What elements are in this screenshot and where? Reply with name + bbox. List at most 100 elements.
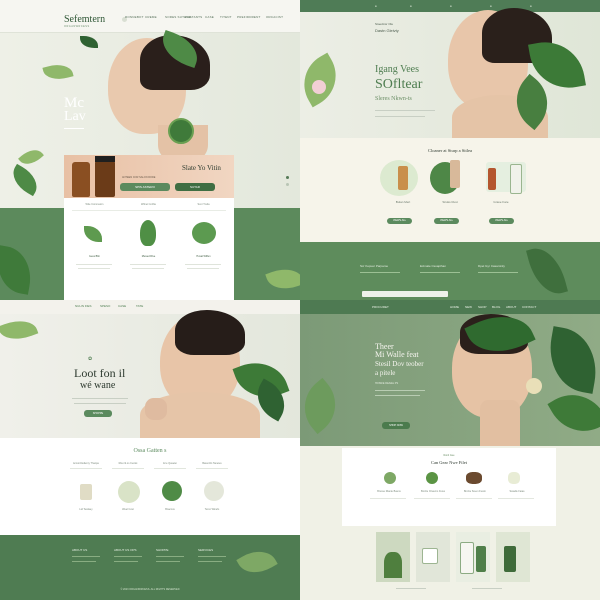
footer-link[interactable]	[198, 556, 226, 557]
nav-item-4[interactable]: PRSTANTS	[185, 15, 202, 19]
product-jar-image[interactable]	[80, 484, 92, 500]
product-button[interactable]: VIEWS ALL	[434, 218, 459, 224]
product-image[interactable]	[162, 481, 182, 501]
footer-link[interactable]	[156, 556, 184, 557]
footer-link[interactable]	[198, 561, 222, 562]
bottle-image	[398, 166, 408, 190]
flower-image	[526, 378, 542, 394]
nav-item-8[interactable]: ORCACIST	[266, 15, 283, 19]
footer-link[interactable]	[156, 561, 180, 562]
nav-item[interactable]: NEW	[465, 305, 472, 309]
footer-link[interactable]	[72, 556, 100, 557]
product-name[interactable]: Terco Winefs	[192, 508, 232, 511]
nav-item[interactable]: ●	[530, 4, 532, 8]
hero-tagline: Sleres Nkwn-ts	[375, 96, 412, 102]
text-placeholder	[396, 588, 426, 589]
text-placeholder	[370, 498, 406, 499]
nav-item[interactable]: CONTACT	[522, 305, 536, 309]
nav-item[interactable]: TATE	[136, 304, 143, 308]
logo-title[interactable]: Sefemtern	[64, 14, 105, 25]
hero-cta-button[interactable]: SHOP NOW	[382, 422, 410, 429]
product-name[interactable]: Brusse Riante Bauns	[364, 490, 414, 493]
footer-link[interactable]	[72, 561, 96, 562]
nav-item[interactable]: SHOP	[478, 305, 487, 309]
product-name[interactable]: Ltd Tewlaey	[66, 508, 106, 511]
footer-col-title: Dpet Gyr Casaminly	[478, 264, 505, 268]
nav-item-1[interactable]: RONNEBOT	[125, 15, 144, 19]
card-eyebrow: Ronil Gue	[443, 454, 455, 457]
top-nav: ● ● ● ● ●	[300, 0, 600, 12]
bottle-image	[450, 160, 460, 188]
jar-image	[422, 548, 438, 564]
product-button[interactable]: VIEWS ALL	[489, 218, 514, 224]
product-name[interactable]: Bulan Mert	[388, 200, 418, 204]
product-name[interactable]: Grave Fare	[486, 200, 516, 204]
panel-top-left: Sefemtern ORGANWRCESS RONNEBOT CREME SOR…	[0, 0, 300, 300]
nav-item-6[interactable]: TITENT	[220, 15, 232, 19]
product-image[interactable]	[466, 472, 482, 484]
slider-dot[interactable]	[286, 183, 289, 186]
hero-cta-button[interactable]: SHOPPE	[84, 410, 112, 417]
column-title: Riso lit os Cenlet	[118, 462, 138, 465]
slider-dot[interactable]	[286, 176, 289, 179]
section-title: Ossa Gatten s	[133, 448, 167, 454]
nav-item-7[interactable]: PREFIDDRENT	[237, 15, 261, 19]
hero-title-line4: a pitele	[375, 369, 396, 377]
product-button[interactable]: VIEWS ALL	[387, 218, 412, 224]
hero-title-line1: Igang Vees	[375, 64, 419, 75]
product-name[interactable]: Weel Cout	[108, 508, 148, 511]
panel-bottom-left: NULIN FIES SPESO CASE TATE ✿ Loot fon il…	[0, 300, 300, 600]
text-placeholder	[74, 403, 126, 404]
product-image[interactable]	[426, 472, 438, 484]
top-nav	[0, 300, 300, 314]
footer-link[interactable]	[114, 561, 138, 562]
product-name[interactable]: Siruks Rust	[435, 200, 465, 204]
newsletter-input[interactable]	[362, 291, 448, 297]
nav-item[interactable]: SPESO	[100, 304, 110, 308]
footer-link[interactable]	[114, 556, 142, 557]
logo[interactable]: NULIN FIES	[75, 304, 92, 308]
text-placeholder	[456, 498, 492, 499]
nav-item[interactable]: ●	[450, 4, 452, 8]
product-button-secondary[interactable]: SUTAR	[175, 183, 215, 191]
feature-heading: Wite Commeton	[85, 203, 104, 206]
footer-col-title: Ecimale Csuapthan	[420, 264, 447, 268]
nav-item[interactable]: HOME	[450, 305, 459, 309]
text-placeholder	[472, 588, 502, 589]
hero-eyebrow: Stoevlnsr Ole	[375, 22, 394, 26]
product-name[interactable]: Swadle Faias	[492, 490, 542, 493]
brand[interactable]: PROCURET	[372, 305, 389, 309]
product-image[interactable]	[508, 472, 520, 484]
nav-item[interactable]: ●	[490, 4, 492, 8]
product-button-primary[interactable]: SPIS ASTERO	[120, 183, 170, 191]
nav-item-5[interactable]: CASE	[205, 15, 214, 19]
nav-item[interactable]: ●	[375, 4, 377, 8]
bottle-cap-image	[95, 156, 115, 162]
product-image[interactable]	[204, 481, 224, 501]
nav-item[interactable]: ●	[410, 4, 412, 8]
hero-title-line3: Stesil Dov teober	[375, 360, 424, 368]
text-placeholder	[76, 264, 112, 265]
nav-item[interactable]: BLOG	[492, 305, 500, 309]
footer-col-title: SHOPPE	[156, 548, 169, 552]
nav-item[interactable]: CASE	[118, 304, 126, 308]
feature-item-title: Mwsed Rive	[141, 255, 156, 258]
product-name[interactable]: Bnaccos	[150, 508, 190, 511]
panel-top-right: ● ● ● ● ● Stoevlnsr Ole Dastn Gleivty Ig…	[300, 0, 600, 300]
nav-item[interactable]: ABOUT	[506, 305, 516, 309]
nav-item-2[interactable]: CREME	[145, 15, 157, 19]
text-placeholder	[420, 272, 460, 273]
text-placeholder	[132, 268, 164, 269]
card-title: Can Gear Nwe Filet	[430, 460, 468, 465]
hero-title-line2: wé wane	[80, 380, 116, 391]
herb-icon	[84, 226, 102, 242]
product-image[interactable]	[118, 481, 140, 503]
text-placeholder	[478, 272, 518, 273]
model-neck-image	[480, 400, 520, 446]
hero-subtitle: Dastn Gleivty	[375, 28, 399, 33]
text-placeholder	[112, 468, 144, 469]
hero-title-line1: Loot fon il	[74, 366, 126, 380]
feature-item-title: Hosal Wiffen	[196, 255, 211, 258]
product-image[interactable]	[384, 472, 396, 484]
text-placeholder	[130, 264, 166, 265]
